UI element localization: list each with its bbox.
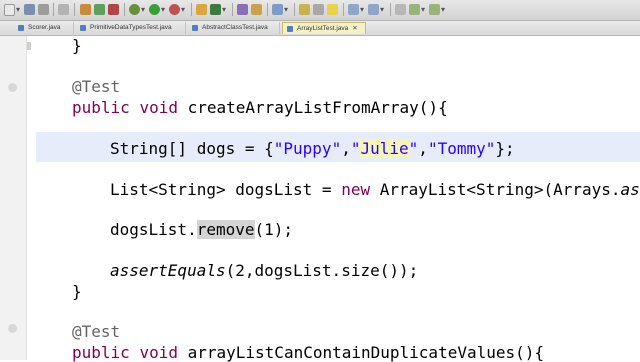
highlighted-method: remove <box>196 220 255 239</box>
keyword-public: public <box>72 343 130 362</box>
static-method-call: asLi <box>620 180 640 199</box>
chevron-down-icon[interactable]: ▾ <box>181 4 185 15</box>
code-line-method-signature[interactable]: public void arrayListCanContainDuplicate… <box>72 344 544 362</box>
debug-icon[interactable] <box>129 4 140 15</box>
code-line-method-signature[interactable]: public void createArrayListFromArray(){ <box>72 99 448 117</box>
external-tools-icon[interactable] <box>108 4 119 15</box>
string-literal: " <box>408 139 419 158</box>
tab-label: ArrayListTest.java <box>297 25 349 32</box>
code-token: (1); <box>254 220 294 239</box>
tab-label: PrimitiveDataTypesTest.java <box>90 24 172 31</box>
tab-abstract-class-test[interactable]: AbstractClassTest.java <box>188 22 280 34</box>
code-line-dogs-list[interactable]: List<String> dogsList = new ArrayList<St… <box>110 181 640 199</box>
chevron-down-icon[interactable]: ▾ <box>441 4 445 15</box>
keyword-new: new <box>341 180 371 199</box>
java-file-icon <box>80 25 86 31</box>
code-token: , <box>418 139 428 158</box>
code-line-annotation[interactable]: @Test <box>72 78 120 96</box>
highlight-icon[interactable] <box>327 4 338 15</box>
new-java-project-icon[interactable] <box>94 4 105 15</box>
main-toolbar: ▾ ▾ ▾ ▾ ▾ ▾ ▾ ▾ ▾ ▾ <box>0 0 640 21</box>
keyword-void: void <box>139 98 178 117</box>
chevron-down-icon[interactable]: ▾ <box>284 4 288 15</box>
java-file-icon <box>287 26 293 32</box>
tab-label: AbstractClassTest.java <box>202 24 268 31</box>
fold-icon[interactable] <box>8 324 17 333</box>
forward-icon[interactable] <box>429 4 440 15</box>
new-package-icon[interactable] <box>196 4 207 15</box>
code-line-close-brace[interactable]: } <box>72 283 82 301</box>
string-literal: "Puppy" <box>273 139 342 158</box>
code-token: }; <box>495 139 515 158</box>
keyword-public: public <box>72 98 130 117</box>
chevron-down-icon[interactable]: ▾ <box>161 4 165 15</box>
chevron-down-icon[interactable]: ▾ <box>360 4 364 15</box>
open-type-icon[interactable] <box>237 4 248 15</box>
chevron-down-icon[interactable]: ▾ <box>222 4 226 15</box>
string-literal: "Tommy" <box>427 139 496 158</box>
tab-primitive-data-types-test[interactable]: PrimitiveDataTypesTest.java <box>76 22 186 34</box>
tab-scorer[interactable]: Scorer.java <box>14 22 74 34</box>
code-token: (2,dogsList.size()); <box>225 261 419 280</box>
toolbar-separator <box>232 3 233 16</box>
toolbar-separator <box>294 3 295 16</box>
chevron-down-icon[interactable]: ▾ <box>141 4 145 15</box>
toolbar-separator <box>343 3 344 16</box>
method-name: arrayListCanContainDuplicateValues(){ <box>187 343 545 362</box>
build-icon[interactable] <box>58 4 69 15</box>
toggle-mark-occurrences-icon[interactable] <box>299 4 310 15</box>
tab-label: Scorer.java <box>28 24 61 31</box>
keyword-void: void <box>139 343 178 362</box>
java-file-icon <box>18 25 24 31</box>
print-icon[interactable] <box>38 4 49 15</box>
method-name: createArrayListFromArray(){ <box>187 98 448 117</box>
run-icon[interactable] <box>149 4 160 15</box>
toolbar-separator <box>390 3 391 16</box>
open-task-icon[interactable] <box>251 4 262 15</box>
toolbar-separator <box>267 3 268 16</box>
toggle-block-selection-icon[interactable] <box>313 4 324 15</box>
last-edit-location-icon[interactable] <box>395 4 406 15</box>
package-icon[interactable] <box>80 4 91 15</box>
new-file-icon[interactable] <box>4 4 15 16</box>
code-token: , <box>341 139 351 158</box>
run-last-tool-icon[interactable] <box>169 4 180 15</box>
editor-gutter <box>0 36 27 360</box>
editor-tab-bar: Scorer.java PrimitiveDataTypesTest.java … <box>0 21 640 36</box>
next-annotation-icon[interactable] <box>348 4 359 15</box>
code-line-remove[interactable]: dogsList.remove(1); <box>110 220 294 239</box>
new-class-icon[interactable] <box>210 4 221 15</box>
save-icon[interactable] <box>24 4 35 15</box>
fold-icon[interactable] <box>8 83 17 92</box>
code-token: ArrayList<String>(Arrays. <box>370 180 621 199</box>
static-method-call: assertEquals <box>110 261 226 280</box>
toolbar-separator <box>124 3 125 16</box>
chevron-down-icon[interactable]: ▾ <box>421 4 425 15</box>
search-icon[interactable] <box>272 4 283 15</box>
code-line-dogs-array[interactable]: String[] dogs = {"Puppy","Julie","Tommy"… <box>110 139 515 158</box>
code-line-assert[interactable]: assertEquals(2,dogsList.size()); <box>110 262 418 280</box>
java-file-icon <box>192 25 198 31</box>
change-marker <box>27 42 31 50</box>
toolbar-separator <box>74 3 75 16</box>
toolbar-separator <box>191 3 192 16</box>
tab-array-list-test[interactable]: ArrayListTest.java ✕ <box>282 22 366 34</box>
code-token: List<String> dogsList = <box>110 180 342 199</box>
selected-string-literal: Julie <box>360 139 409 158</box>
code-token: dogsList. <box>110 220 197 239</box>
previous-annotation-icon[interactable] <box>368 4 379 15</box>
close-icon[interactable]: ✕ <box>352 25 357 32</box>
chevron-down-icon[interactable]: ▾ <box>380 4 384 15</box>
back-icon[interactable] <box>409 4 420 15</box>
chevron-down-icon[interactable]: ▾ <box>16 4 20 15</box>
code-line-annotation[interactable]: @Test <box>72 323 120 341</box>
toolbar-separator <box>53 3 54 16</box>
code-token: String[] dogs = { <box>110 139 274 158</box>
code-line-close-brace[interactable]: } <box>72 37 82 55</box>
